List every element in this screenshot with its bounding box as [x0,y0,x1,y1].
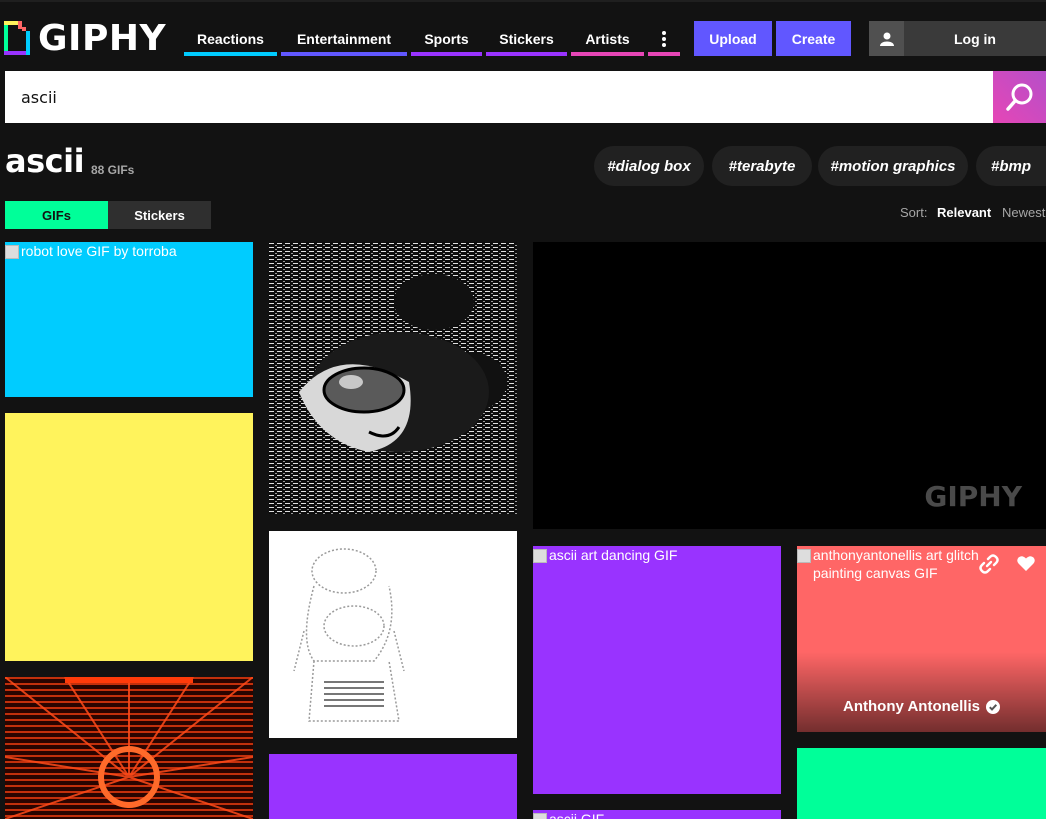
nav-item-artists[interactable]: Artists [571,22,644,56]
broken-image-icon [797,549,811,563]
search-icon [1005,83,1032,111]
ascii-figure-image [293,548,405,722]
broken-image-icon [5,245,19,259]
gif-tile[interactable] [797,748,1046,819]
brand-name: GIPHY [38,17,167,59]
tile-gradient-overlay [797,652,1046,732]
broken-image-icon [533,549,547,563]
gif-alt-text: robot love GIF by torroba [21,243,177,259]
nav-label: Reactions [197,31,264,47]
gif-tile[interactable] [5,677,253,819]
tag-pill[interactable]: #terabyte [712,146,812,186]
nav-label: Sports [424,31,469,47]
red-kaleidoscope-image [5,677,253,819]
nav-item-entertainment[interactable]: Entertainment [281,22,407,56]
gif-tile[interactable] [269,242,517,514]
vertical-ellipsis-icon [662,31,666,47]
nav-underline [184,52,277,56]
tag-pill[interactable]: #motion graphics [818,146,968,186]
upload-button[interactable]: Upload [694,21,772,56]
login-button[interactable]: Log in [869,21,1046,56]
giphy-watermark: GIPHY [924,480,1022,513]
result-count: 88 GIFs [91,163,135,177]
heart-icon[interactable] [1017,555,1035,575]
login-label: Log in [954,30,996,47]
gif-attribution[interactable]: Anthony Antonellis [797,698,1046,716]
nav-underline [411,52,482,56]
gif-tile[interactable]: ascii art dancing GIF [533,546,781,794]
verified-badge-icon [985,700,1000,714]
ascii-mickey-image [269,242,517,514]
tag-label: #dialog box [607,157,691,175]
nav-label: Artists [585,31,630,47]
nav-underline [571,52,644,56]
search-bar [5,71,993,123]
nav-more-button[interactable] [648,22,680,56]
gif-tile[interactable] [269,531,517,738]
nav-underline [486,52,567,56]
create-label: Create [791,30,836,47]
sort-relevant[interactable]: Relevant [937,205,991,220]
sort-newest[interactable]: Newest [1002,205,1045,220]
nav-item-sports[interactable]: Sports [411,22,482,56]
gif-tile[interactable] [5,413,253,661]
top-border [0,0,1046,2]
gif-tile[interactable]: ascii GIF [533,810,781,819]
user-icon [869,21,904,56]
upload-label: Upload [709,30,757,47]
tag-label: #bmp [990,157,1031,175]
search-input[interactable] [5,71,993,123]
nav-item-stickers[interactable]: Stickers [486,22,567,56]
broken-image-icon [533,813,547,819]
tag-label: #terabyte [728,157,796,175]
gif-tile[interactable]: robot love GIF by torroba [5,242,253,397]
tab-label: GIFs [42,207,71,223]
tab-stickers[interactable]: Stickers [108,201,211,229]
tab-gifs[interactable]: GIFs [5,201,108,229]
gif-tile[interactable] [269,754,517,819]
page-title: ascii [5,142,85,180]
tab-label: Stickers [134,207,185,223]
gif-alt-text: ascii art dancing GIF [549,547,678,563]
nav-item-reactions[interactable]: Reactions [184,22,277,56]
attribution-username: Anthony Antonellis [843,698,980,715]
tag-pill[interactable]: #bmp [976,146,1046,186]
nav-label: Entertainment [296,31,392,47]
tag-pill[interactable]: #dialog box [594,146,704,186]
search-button[interactable] [993,71,1046,123]
nav-underline [281,52,407,56]
create-button[interactable]: Create [776,21,851,56]
sort-label: Sort: [900,205,928,220]
nav-underline [648,52,680,56]
nav-label: Stickers [499,31,554,47]
gif-tile[interactable]: GIPHY [533,242,1046,529]
tag-label: #motion graphics [830,157,956,175]
link-icon[interactable] [979,554,999,578]
giphy-logo[interactable]: GIPHY [4,17,167,59]
gif-alt-text: ascii GIF [549,811,605,819]
giphy-logo-icon [4,21,30,55]
gif-tile[interactable]: anthonyantonellis art glitch painting ca… [797,546,1046,732]
